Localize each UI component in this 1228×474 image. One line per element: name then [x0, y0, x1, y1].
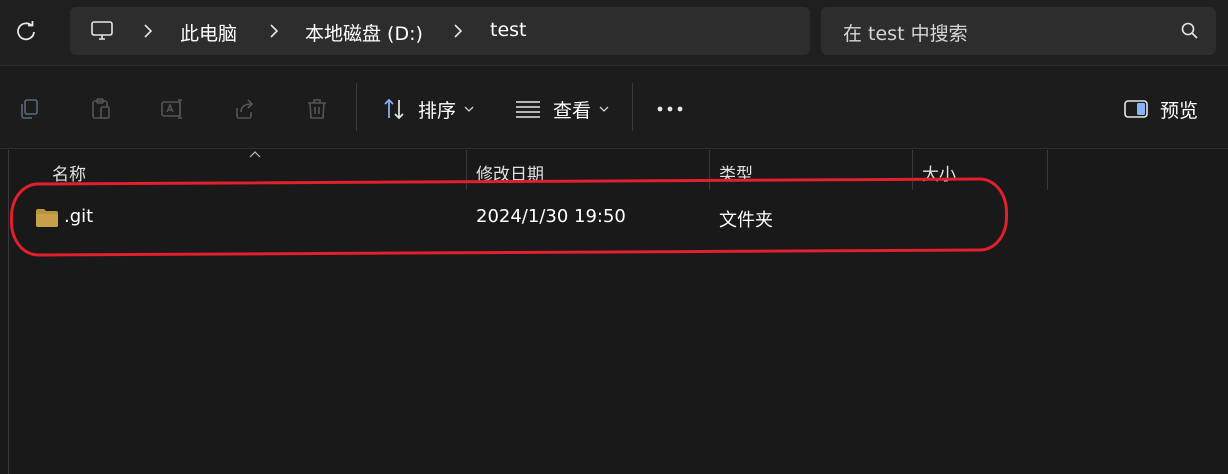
- sort-label: 排序: [418, 99, 457, 122]
- column-divider[interactable]: [1047, 150, 1048, 190]
- preview-pane-icon: [1124, 100, 1148, 118]
- breadcrumb-local-disk-d[interactable]: 本地磁盘 (D:): [305, 19, 423, 46]
- red-annotation-outline: [9, 177, 1009, 257]
- chevron-down-icon: [464, 106, 474, 112]
- refresh-button[interactable]: [8, 12, 44, 50]
- preview-pane-button[interactable]: 预览: [1124, 91, 1198, 127]
- computer-icon: [91, 21, 113, 40]
- copy-button[interactable]: [11, 91, 47, 127]
- command-bar: 排序 查看 预览: [0, 67, 1228, 149]
- search-input[interactable]: 在 test 中搜索: [821, 7, 1216, 55]
- copy-icon: [21, 99, 38, 119]
- share-icon: [236, 99, 254, 119]
- chevron-right-icon: [138, 21, 158, 41]
- search-placeholder: 在 test 中搜索: [843, 23, 968, 45]
- file-list: 名称 修改日期 类型 大小 .git 2024/1/30 19:50 文件夹: [0, 150, 1228, 474]
- preview-label: 预览: [1160, 99, 1199, 122]
- view-menu-button[interactable]: 查看: [515, 91, 609, 127]
- more-options-button[interactable]: [652, 91, 688, 127]
- paste-icon: [92, 98, 110, 119]
- sort-menu-button[interactable]: 排序: [382, 91, 474, 127]
- view-list-icon: [516, 101, 540, 118]
- breadcrumb-this-pc[interactable]: 此电脑: [180, 19, 237, 46]
- more-icon: [657, 106, 683, 112]
- rename-button[interactable]: [155, 91, 191, 127]
- breadcrumb-test[interactable]: test: [490, 19, 527, 41]
- title-bar: 此电脑 本地磁盘 (D:) test 在 test 中搜索: [0, 0, 1228, 66]
- chevron-right-icon: [448, 21, 468, 41]
- share-button[interactable]: [227, 91, 263, 127]
- chevron-down-icon: [599, 106, 609, 112]
- refresh-icon: [17, 21, 35, 41]
- delete-button[interactable]: [299, 91, 335, 127]
- rename-icon: [161, 99, 182, 119]
- delete-icon: [308, 99, 326, 119]
- sort-icon: [384, 98, 404, 120]
- view-label: 查看: [553, 99, 592, 122]
- address-bar[interactable]: 此电脑 本地磁盘 (D:) test: [70, 7, 810, 55]
- pane-border: [8, 150, 9, 474]
- toolbar-divider: [632, 83, 633, 131]
- toolbar-divider: [356, 83, 357, 131]
- chevron-right-icon: [264, 21, 284, 41]
- search-icon: [1181, 22, 1198, 39]
- paste-button[interactable]: [83, 91, 119, 127]
